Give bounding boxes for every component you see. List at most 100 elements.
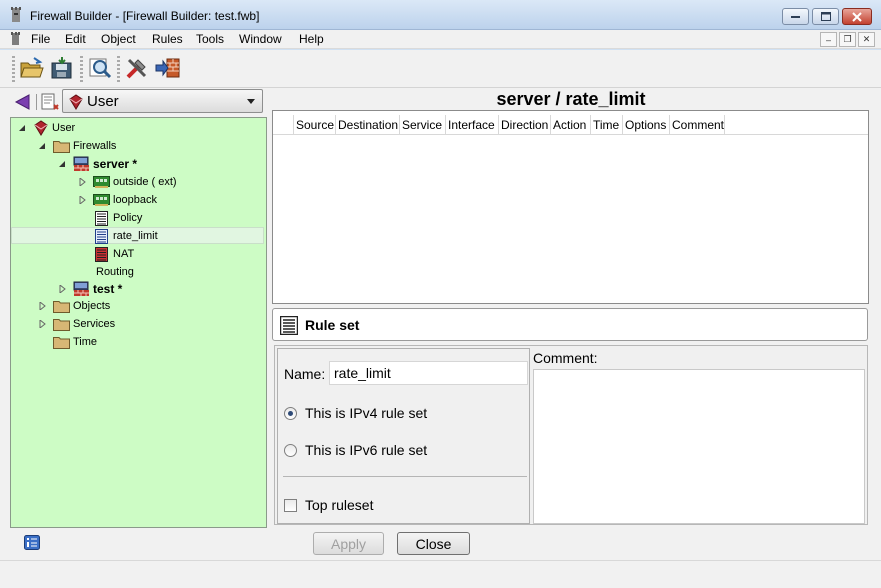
tree-item-time[interactable]: Time <box>53 333 97 351</box>
tree-item-routing[interactable]: Routing <box>93 263 134 281</box>
tree-label: Objects <box>73 300 111 312</box>
menu-rules[interactable]: Rules <box>152 32 183 46</box>
tree-item-outside[interactable]: outside ( ext) <box>93 173 177 191</box>
tree-item-services[interactable]: Services <box>53 315 115 333</box>
close-icon <box>852 11 862 22</box>
tree-item-firewalls[interactable]: Firewalls <box>53 137 116 155</box>
object-tree: User Firewalls server * outside ( ext) l… <box>10 117 267 528</box>
close-button[interactable]: Close <box>397 532 470 555</box>
column-header-service[interactable]: Service <box>400 115 446 135</box>
name-input[interactable]: rate_limit <box>329 361 528 385</box>
folder-icon <box>53 141 70 153</box>
minimize-button[interactable] <box>782 8 809 25</box>
expanded-arrow-icon[interactable] <box>38 142 46 150</box>
column-header-options[interactable]: Options <box>623 115 670 135</box>
tree-item-objects[interactable]: Objects <box>53 297 110 315</box>
toolbar <box>0 50 881 88</box>
nat-ruleset-icon <box>95 246 108 262</box>
menu-window[interactable]: Window <box>239 32 282 46</box>
tree-item-nat[interactable]: NAT <box>95 245 134 263</box>
tree-label: Routing <box>96 266 134 278</box>
menu-bar: File Edit Object Rules Tools Window Help… <box>0 30 881 49</box>
toolbar-grip[interactable] <box>80 56 83 82</box>
status-bar <box>0 560 881 588</box>
expanded-arrow-icon[interactable] <box>58 160 66 168</box>
column-header-destination[interactable]: Destination <box>336 115 400 135</box>
toolbar-grip[interactable] <box>12 56 15 82</box>
firewall-doc-icon <box>11 32 20 45</box>
tree-label: loopback <box>113 194 158 206</box>
tree-item-loopback[interactable]: loopback <box>93 191 157 209</box>
menu-file[interactable]: File <box>31 32 50 46</box>
column-header-num[interactable] <box>273 115 294 135</box>
save-button[interactable] <box>48 54 76 82</box>
mdi-minimize-button[interactable]: – <box>820 32 837 47</box>
toolbar-separator <box>36 94 37 110</box>
window-title: Firewall Builder - [Firewall Builder: te… <box>30 9 260 23</box>
column-header-interface[interactable]: Interface <box>446 115 499 135</box>
tree-label: Services <box>73 318 116 330</box>
ipv6-radio-label: This is IPv6 rule set <box>305 442 428 458</box>
comment-label: Comment: <box>533 350 598 366</box>
collapsed-arrow-icon[interactable] <box>39 302 47 310</box>
toolbar-grip[interactable] <box>117 56 120 82</box>
comment-textarea[interactable] <box>533 369 865 524</box>
collapsed-arrow-icon[interactable] <box>79 196 87 204</box>
tree-item-server[interactable]: server * <box>73 155 137 173</box>
object-title: server / rate_limit <box>496 89 646 109</box>
tree-label: Time <box>73 336 98 348</box>
tree-item-rate-limit[interactable]: rate_limit <box>95 227 158 245</box>
ipv6-radio[interactable] <box>284 443 297 457</box>
ruleset-properties-group: Name: rate_limit This is IPv4 rule set T… <box>277 348 530 524</box>
apply-button[interactable]: Apply <box>313 532 384 555</box>
ipv4-radio-label: This is IPv4 rule set <box>305 405 428 421</box>
tree-item-user[interactable]: User <box>33 119 75 137</box>
menu-object[interactable]: Object <box>101 32 136 46</box>
name-label: Name: <box>284 366 326 382</box>
compile-button[interactable] <box>123 54 151 82</box>
back-arrow-icon[interactable] <box>13 93 33 111</box>
tree-item-policy[interactable]: Policy <box>95 209 142 227</box>
top-ruleset-checkbox[interactable] <box>284 498 297 512</box>
install-button[interactable] <box>154 54 182 82</box>
policy-ruleset-icon <box>95 210 108 226</box>
firewall-icon <box>73 156 89 171</box>
install-icon <box>155 58 180 78</box>
column-header-action[interactable]: Action <box>551 115 591 135</box>
library-select-value: User <box>87 93 119 110</box>
column-header-source[interactable]: Source <box>294 115 336 135</box>
tree-label: User <box>52 122 76 134</box>
column-header-comment[interactable]: Comment <box>670 115 725 135</box>
ipv6-radio-option[interactable]: This is IPv6 rule set <box>284 442 427 458</box>
maximize-button[interactable] <box>812 8 839 25</box>
new-object-icon[interactable] <box>40 92 60 112</box>
collapsed-arrow-icon[interactable] <box>79 178 87 186</box>
expanded-arrow-icon[interactable] <box>18 124 26 132</box>
tree-item-test[interactable]: test * <box>73 280 122 298</box>
tree-label: server * <box>93 157 138 171</box>
collapsed-arrow-icon[interactable] <box>59 285 67 293</box>
top-ruleset-option[interactable]: Top ruleset <box>284 497 373 513</box>
folder-icon <box>53 301 70 313</box>
open-button[interactable] <box>18 54 46 82</box>
collapsed-arrow-icon[interactable] <box>39 320 47 328</box>
rules-table-header: Source Destination Service Interface Dir… <box>273 115 868 135</box>
close-window-button[interactable] <box>842 8 872 25</box>
menu-tools[interactable]: Tools <box>196 32 224 46</box>
library-select[interactable]: User <box>62 89 263 113</box>
rules-table[interactable]: Source Destination Service Interface Dir… <box>272 110 869 304</box>
firewall-icon <box>73 281 89 296</box>
policy-ruleset-icon <box>95 228 108 244</box>
mdi-close-button[interactable]: ✕ <box>858 32 875 47</box>
ipv4-radio-option[interactable]: This is IPv4 rule set <box>284 405 427 421</box>
find-button[interactable] <box>86 54 114 82</box>
column-header-direction[interactable]: Direction <box>499 115 551 135</box>
info-icon[interactable] <box>24 535 40 550</box>
menu-edit[interactable]: Edit <box>65 32 86 46</box>
column-header-time[interactable]: Time <box>591 115 623 135</box>
ipv4-radio[interactable] <box>284 406 297 420</box>
user-library-icon <box>69 94 83 110</box>
menu-help[interactable]: Help <box>299 32 324 46</box>
mdi-restore-button[interactable]: ❐ <box>839 32 856 47</box>
top-ruleset-label: Top ruleset <box>305 497 374 513</box>
